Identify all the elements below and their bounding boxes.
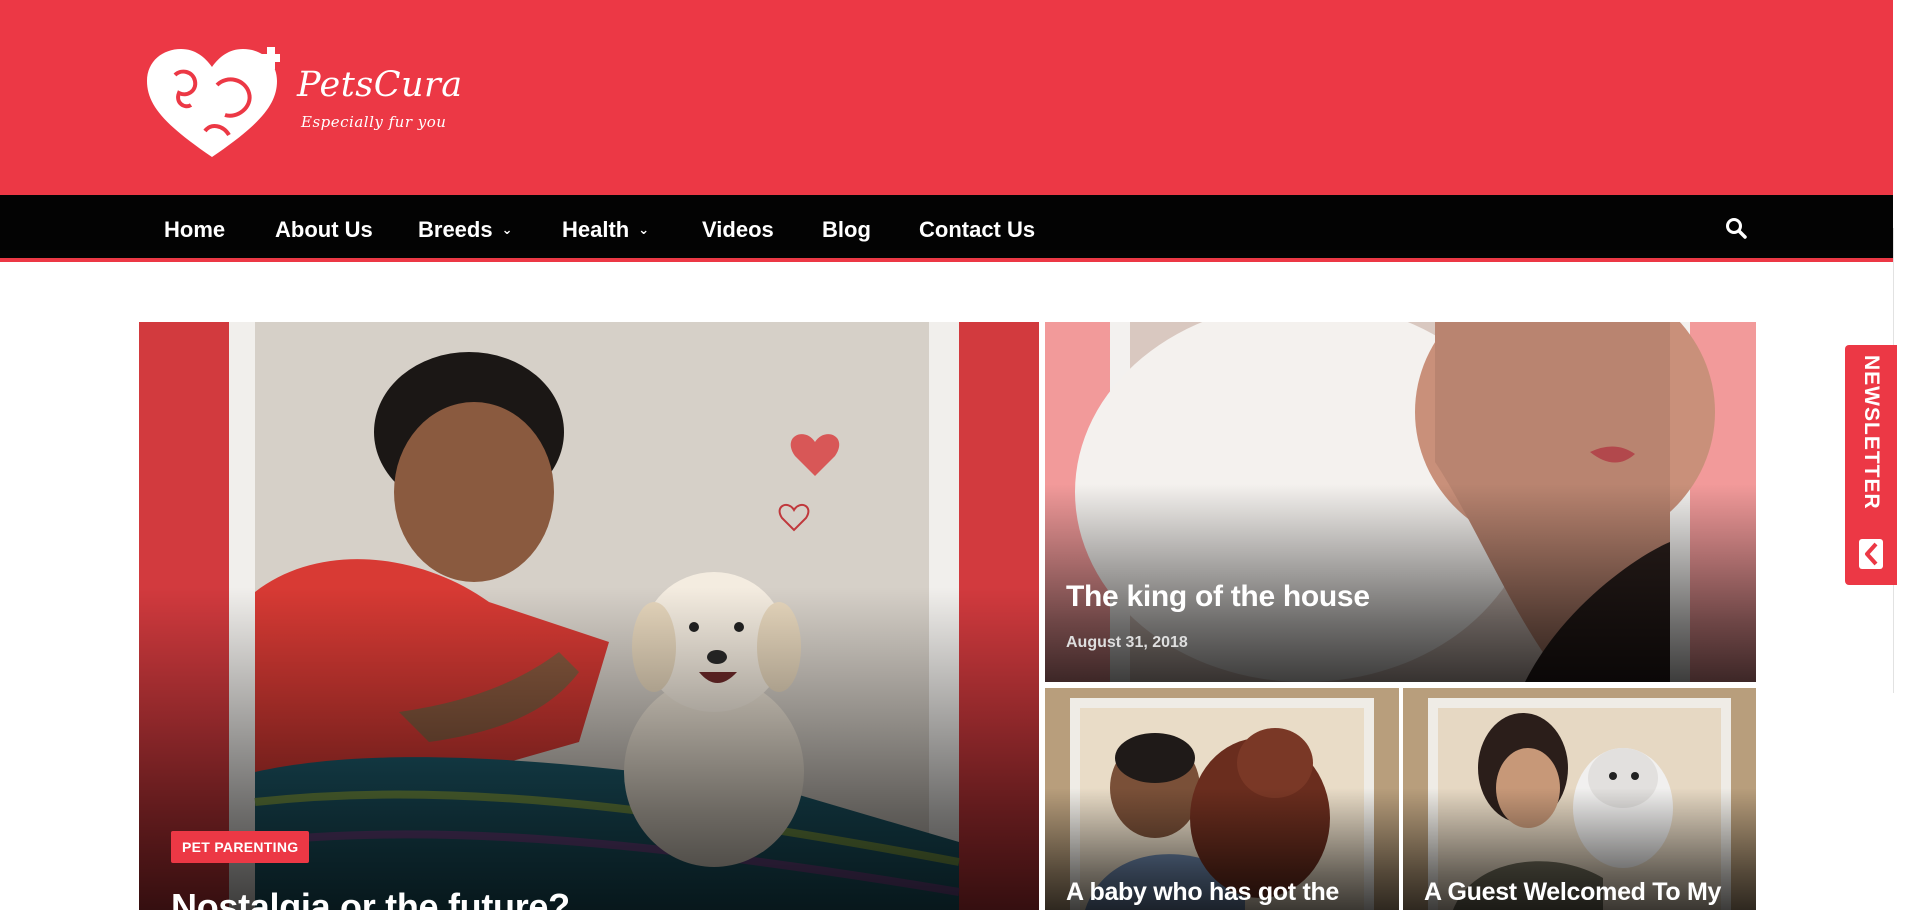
featured-post-bottom-left-title[interactable]: A baby who has got the [1066,878,1339,907]
newsletter-label: NEWSLETTER [1860,355,1883,510]
heart-paw-logo-icon [147,47,280,157]
nav-videos[interactable]: Videos [702,217,774,243]
nav-about-us-label: About Us [275,217,373,242]
nav-blog-label: Blog [822,217,871,242]
featured-post-bottom-right[interactable]: A Guest Welcomed To My [1403,688,1756,910]
nav-contact-us[interactable]: Contact Us [919,217,1035,243]
chevron-down-icon: ⌄ [501,222,513,237]
nav-videos-label: Videos [702,217,774,242]
nav-health[interactable]: Health ⌄ [562,217,649,243]
site-logo[interactable]: PetsCura Especially fur you [145,33,465,173]
brand-name: PetsCura [297,65,463,105]
newsletter-tab[interactable]: NEWSLETTER [1845,345,1897,585]
category-badge[interactable]: PET PARENTING [171,831,310,863]
featured-post-main[interactable]: PET PARENTING Nostalgia or the future? [139,322,1039,910]
brand-tagline: Especially fur you [301,113,447,131]
search-icon[interactable] [1724,216,1748,240]
featured-post-main-title[interactable]: Nostalgia or the future? [171,886,570,910]
nav-health-label: Health [562,217,630,242]
nav-blog[interactable]: Blog [822,217,871,243]
featured-post-top-right-title[interactable]: The king of the house [1066,580,1370,614]
page-edge-divider [1893,228,1920,693]
nav-about-us[interactable]: About Us [275,217,373,243]
chevron-down-icon: ⌄ [638,222,650,237]
featured-post-top-right[interactable]: The king of the house August 31, 2018 [1045,322,1756,682]
nav-home[interactable]: Home [164,217,225,243]
newsletter-icon [1859,539,1883,569]
main-navigation: Home About Us Breeds ⌄ Health ⌄ Videos Blo… [0,195,1893,262]
featured-post-bottom-left[interactable]: A baby who has got the [1045,688,1399,910]
nav-contact-us-label: Contact Us [919,217,1036,242]
nav-breeds-label: Breeds [418,217,493,242]
site-header: PetsCura Especially fur you [0,0,1893,195]
featured-post-bottom-right-title[interactable]: A Guest Welcomed To My [1424,878,1721,907]
nav-home-label: Home [164,217,226,242]
post-date: August 31, 2018 [1066,634,1188,651]
nav-breeds[interactable]: Breeds ⌄ [418,217,513,243]
